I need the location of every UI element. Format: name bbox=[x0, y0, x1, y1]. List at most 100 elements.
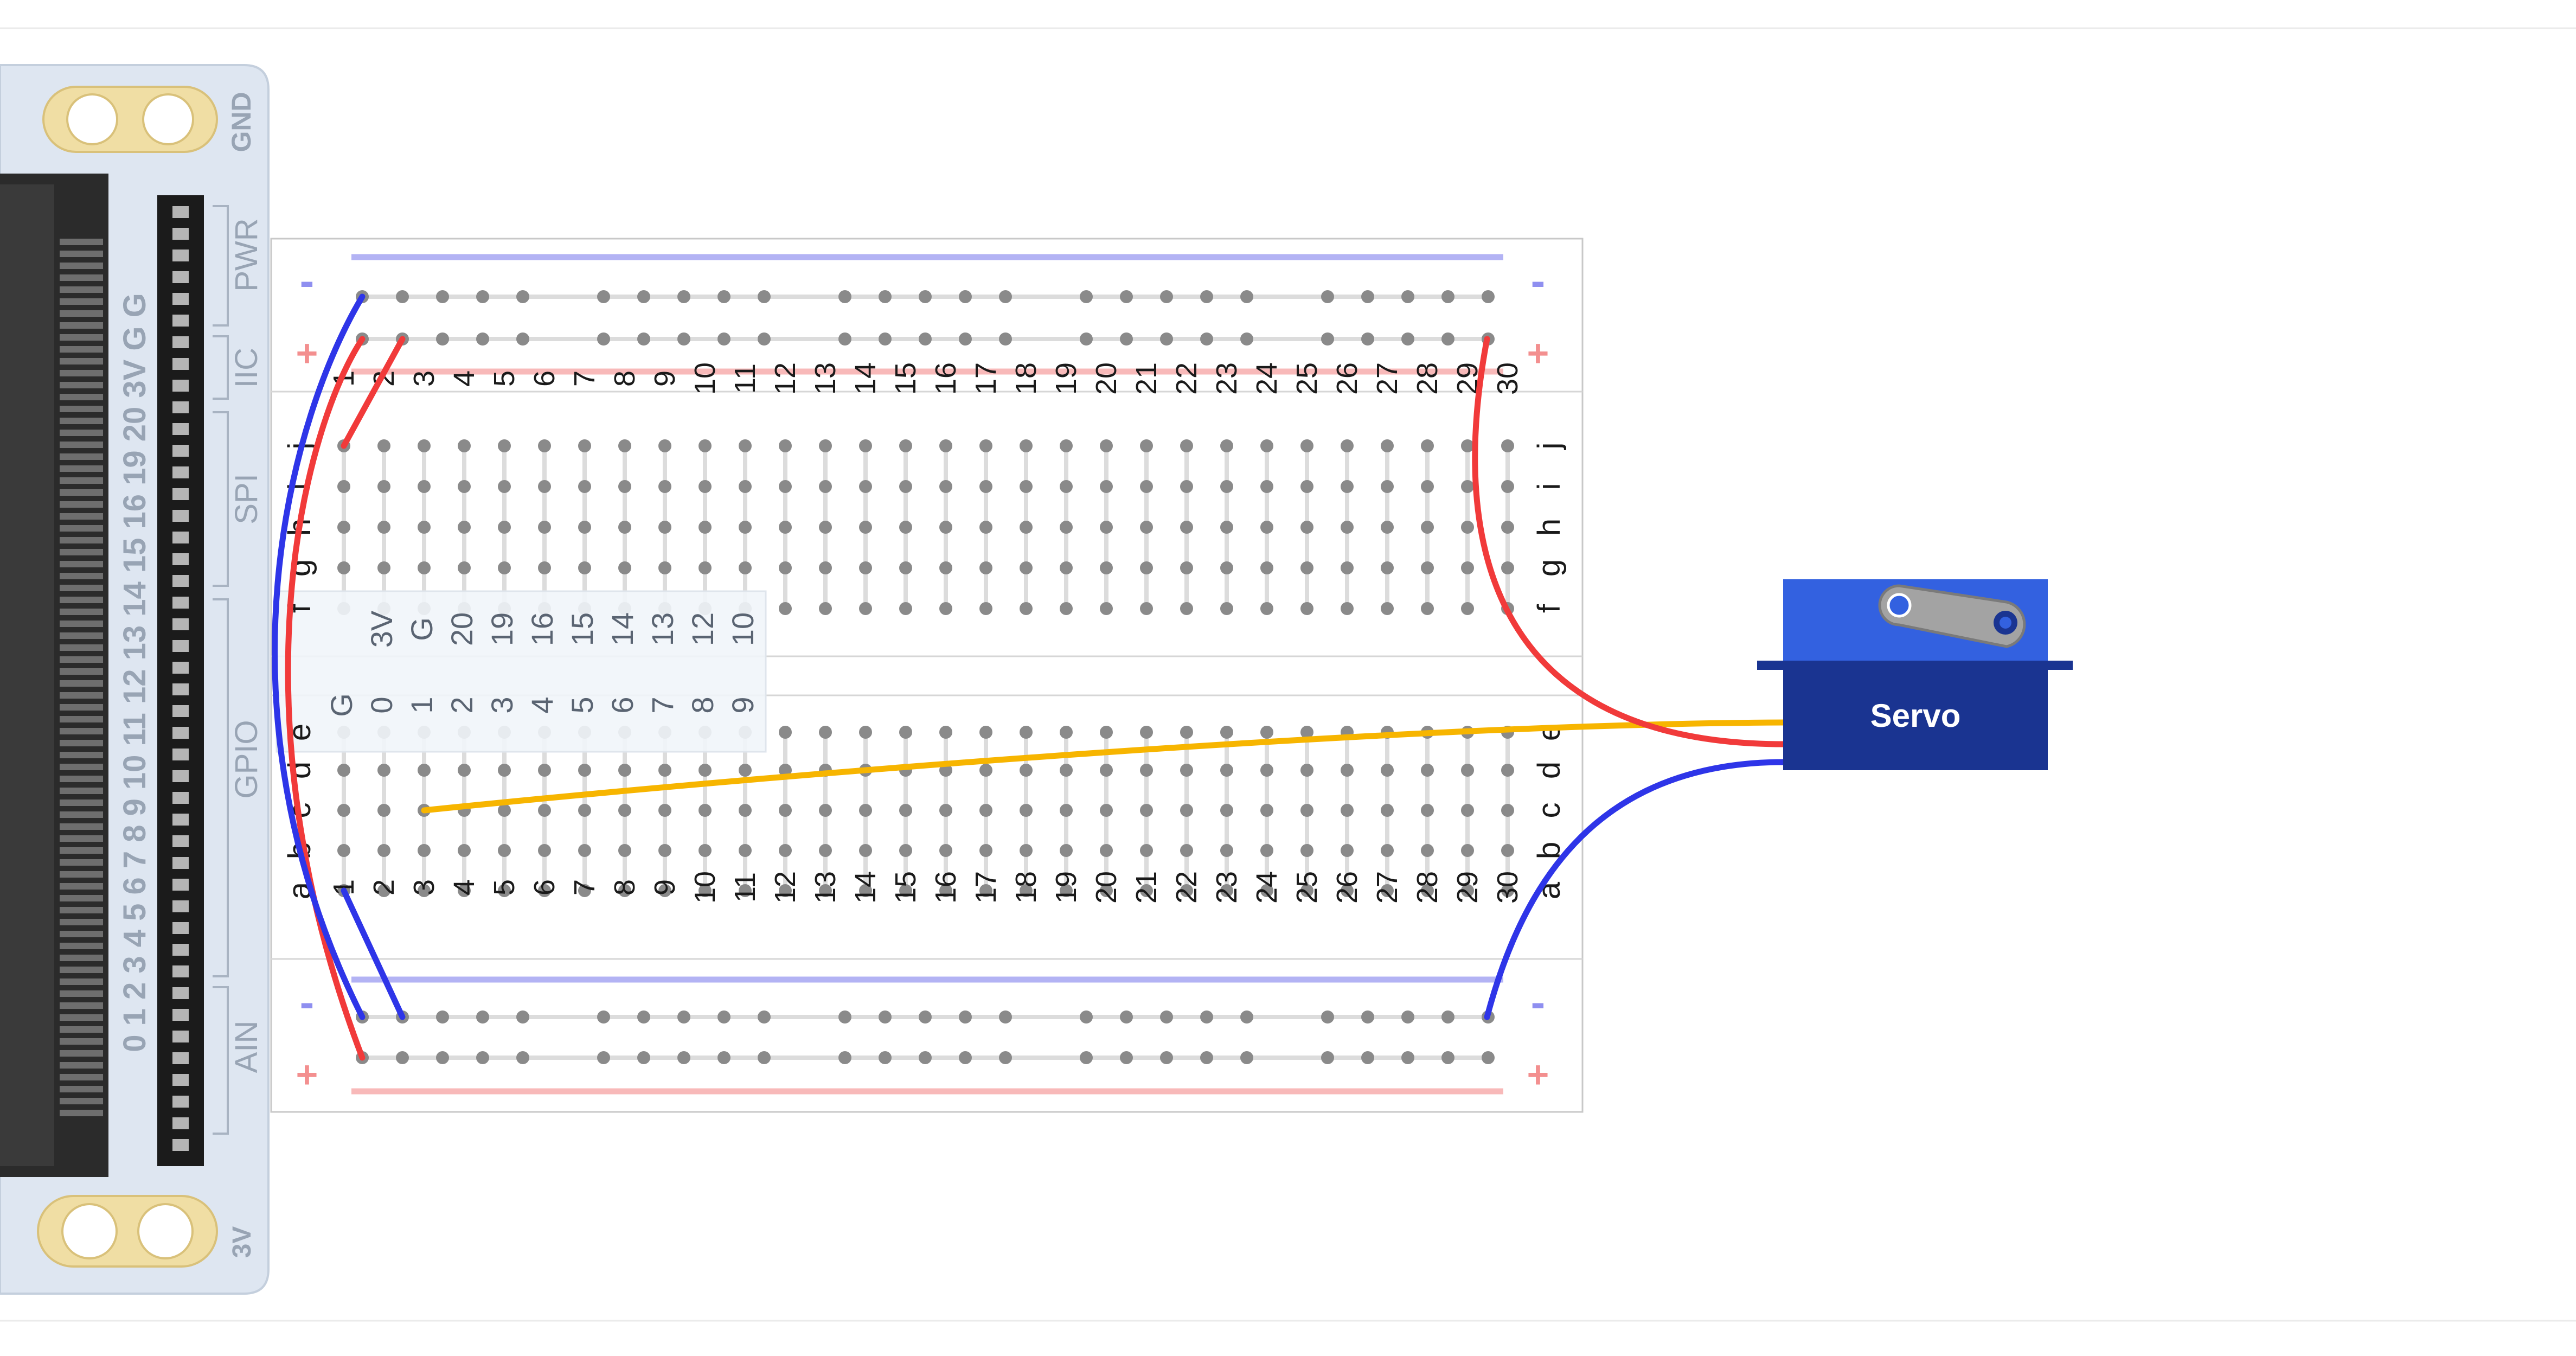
breadboard-hole bbox=[1300, 804, 1313, 817]
breadboard-hole bbox=[1461, 844, 1474, 857]
breadboard-hole bbox=[1100, 480, 1113, 493]
rail-hole bbox=[476, 290, 489, 303]
rail-hole bbox=[1120, 1051, 1133, 1064]
rail-hole bbox=[1240, 1010, 1253, 1024]
rail-hole bbox=[1361, 290, 1374, 303]
edge-contact bbox=[60, 263, 103, 269]
column-label: 27 bbox=[1371, 362, 1404, 395]
breadboard-hole bbox=[1300, 439, 1313, 452]
breadboard-hole bbox=[1260, 439, 1273, 452]
legend-pin-top: 10 bbox=[726, 612, 760, 646]
breadboard-hole bbox=[1260, 804, 1273, 817]
edge-contact bbox=[60, 394, 103, 400]
column-label: 13 bbox=[809, 362, 842, 395]
column-label: 25 bbox=[1291, 362, 1323, 395]
edge-contact bbox=[60, 656, 103, 663]
breadboard-hole bbox=[1341, 480, 1354, 493]
edge-contact bbox=[60, 298, 103, 305]
breadboard-hole bbox=[498, 764, 511, 777]
breadboard-hole bbox=[337, 521, 350, 534]
rail-hole bbox=[717, 1010, 730, 1024]
breadboard-hole bbox=[739, 844, 752, 857]
breadboard-hole bbox=[658, 439, 671, 452]
legend-pin-bottom: 8 bbox=[685, 696, 720, 713]
circuit-diagram: 0 1 2 3 4 5 6 7 8 9 10 11 12 13 14 15 16… bbox=[0, 27, 2576, 1322]
breadboard-hole bbox=[498, 561, 511, 574]
column-label: 14 bbox=[849, 871, 882, 904]
breadboard-hole bbox=[618, 561, 631, 574]
rail-hole bbox=[879, 1010, 892, 1024]
column-label: 10 bbox=[689, 362, 721, 395]
legend-pin-top: 14 bbox=[605, 612, 639, 646]
breadboard-hole bbox=[1220, 480, 1233, 493]
edge-contact bbox=[60, 430, 103, 436]
edge-contact bbox=[60, 358, 103, 364]
header-pin bbox=[172, 749, 189, 760]
rail-hole bbox=[677, 1051, 690, 1064]
rail-plus-tr: + bbox=[1527, 332, 1549, 374]
breadboard-hole bbox=[1260, 726, 1273, 739]
breadboard-hole bbox=[1381, 602, 1394, 615]
header-pin bbox=[172, 922, 189, 934]
rail-hole bbox=[436, 1051, 449, 1064]
breadboard-hole bbox=[819, 602, 832, 615]
edge-contact bbox=[60, 1002, 103, 1009]
breadboard-hole bbox=[1140, 602, 1153, 615]
breadboard-hole bbox=[337, 480, 350, 493]
breadboard-hole bbox=[538, 804, 551, 817]
column-label: 17 bbox=[970, 362, 1002, 395]
edge-contact bbox=[60, 811, 103, 818]
rail-minus-tl: - bbox=[300, 257, 315, 305]
column-label: 14 bbox=[849, 362, 882, 395]
breadboard-hole bbox=[498, 439, 511, 452]
rail-hole bbox=[1200, 1051, 1213, 1064]
breadboard-hole bbox=[1381, 844, 1394, 857]
legend-pin-top: G bbox=[405, 617, 439, 641]
rail-hole bbox=[597, 290, 610, 303]
rail-hole bbox=[396, 290, 409, 303]
rail-hole bbox=[838, 332, 851, 346]
legend-pin-top: 13 bbox=[645, 612, 680, 646]
edge-contact bbox=[60, 799, 103, 806]
edge-contact bbox=[60, 764, 103, 770]
breadboard-hole bbox=[377, 521, 390, 534]
rail-hole bbox=[637, 332, 650, 346]
breadboard-hole bbox=[1300, 764, 1313, 777]
breadboard-hole bbox=[779, 804, 792, 817]
section-label-spi: SPI bbox=[229, 474, 264, 525]
breadboard-hole bbox=[779, 602, 792, 615]
edge-contact bbox=[60, 931, 103, 937]
edge-contact bbox=[60, 310, 103, 317]
header-pin bbox=[172, 792, 189, 804]
edge-contact bbox=[60, 776, 103, 782]
breadboard-hole bbox=[1100, 804, 1113, 817]
breadboard-hole bbox=[1180, 521, 1193, 534]
edge-contact bbox=[60, 978, 103, 985]
breadboard-hole bbox=[1100, 726, 1113, 739]
breadboard-hole bbox=[1461, 764, 1474, 777]
breadboard-hole bbox=[1180, 726, 1193, 739]
edge-connector-board: 0 1 2 3 4 5 6 7 8 9 10 11 12 13 14 15 16… bbox=[0, 64, 270, 1295]
edge-contact bbox=[60, 274, 103, 281]
header-pin bbox=[172, 987, 189, 999]
edge-contact bbox=[60, 692, 103, 699]
rail-hole bbox=[1401, 332, 1414, 346]
breadboard-hole bbox=[1300, 602, 1313, 615]
column-label: 26 bbox=[1331, 871, 1363, 904]
column-label: 2 bbox=[368, 879, 400, 896]
breadboard-hole bbox=[1501, 480, 1514, 493]
column-label: 11 bbox=[729, 363, 761, 394]
breadboard-hole bbox=[377, 480, 390, 493]
edge-contact bbox=[60, 489, 103, 496]
breadboard-hole bbox=[1381, 764, 1394, 777]
row-label: d bbox=[1531, 762, 1567, 779]
rail-hole bbox=[1441, 1010, 1454, 1024]
header-pin bbox=[172, 206, 189, 218]
edge-contact bbox=[60, 847, 103, 854]
rail-plus-br: + bbox=[1527, 1053, 1549, 1096]
edge-contact bbox=[60, 251, 103, 257]
column-label: 20 bbox=[1090, 362, 1123, 395]
column-label: 30 bbox=[1491, 871, 1524, 904]
rail-hole bbox=[959, 332, 972, 346]
legend-pin-top: 16 bbox=[525, 612, 559, 646]
